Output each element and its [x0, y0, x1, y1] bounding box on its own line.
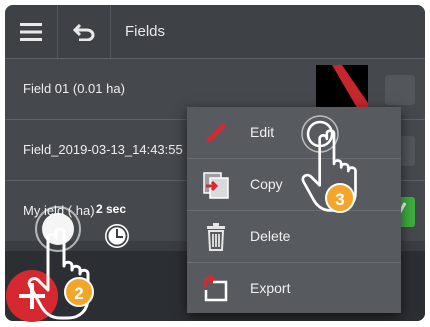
context-menu: Edit Copy Delete Export — [187, 107, 401, 313]
menu-item-copy[interactable]: Copy — [187, 158, 401, 210]
field-thumbnail — [316, 65, 368, 113]
field-name: Field 01 (0.01 ha) — [23, 81, 125, 96]
menu-item-label: Edit — [250, 124, 275, 140]
add-field-button[interactable] — [6, 270, 58, 322]
app-screen: Fields Field 01 (0.01 ha) Field_2019-03-… — [5, 5, 425, 321]
menu-item-delete[interactable]: Delete — [187, 210, 401, 262]
field-name: My ield ( ha) — [23, 203, 95, 218]
select-checkbox[interactable] — [385, 75, 415, 105]
trash-icon — [207, 223, 225, 251]
back-button[interactable] — [58, 5, 110, 58]
menu-item-export[interactable]: Export — [187, 262, 401, 314]
undo-icon — [73, 23, 95, 41]
toolbar-divider — [110, 5, 111, 58]
menu-item-label: Delete — [250, 228, 291, 244]
hamburger-icon — [20, 22, 42, 41]
top-bar: Fields — [5, 5, 425, 58]
menu-button[interactable] — [5, 5, 57, 58]
pencil-icon — [206, 123, 226, 143]
menu-item-label: Export — [250, 280, 291, 296]
copy-icon — [203, 172, 229, 199]
page-title: Fields — [125, 23, 166, 40]
menu-item-edit[interactable]: Edit — [187, 107, 401, 158]
menu-item-label: Copy — [250, 176, 283, 192]
plus-icon — [19, 283, 45, 309]
export-icon — [203, 274, 228, 302]
field-name: Field_2019-03-13_14:43:55 — [23, 142, 183, 157]
